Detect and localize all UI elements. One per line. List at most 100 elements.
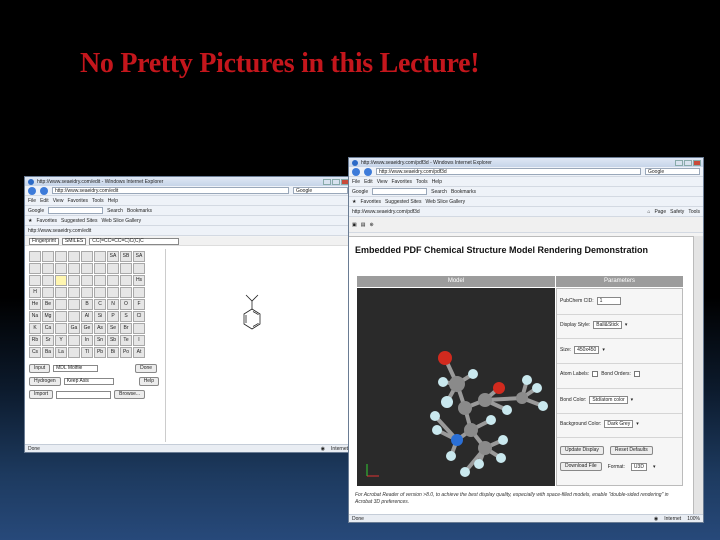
web-slice-gallery-link[interactable]: Web Slice Gallery [425, 199, 465, 205]
tools-menu[interactable]: Tools [688, 209, 700, 215]
palette-button[interactable]: As [94, 323, 106, 334]
palette-button[interactable] [107, 275, 119, 286]
forward-icon[interactable] [40, 186, 48, 195]
palette-button[interactable]: H [29, 287, 41, 298]
palette-button[interactable]: Be [42, 299, 54, 310]
palette-button[interactable] [133, 263, 145, 274]
print-icon[interactable]: ▤ [361, 222, 366, 228]
palette-button[interactable] [68, 311, 80, 322]
palette-button[interactable]: Rb [29, 335, 41, 346]
bond-orders-checkbox[interactable] [633, 371, 640, 377]
palette-button[interactable] [120, 263, 132, 274]
palette-button[interactable]: B [81, 299, 93, 310]
back-icon[interactable] [352, 167, 360, 176]
palette-button[interactable]: At [133, 347, 145, 358]
palette-button[interactable] [29, 251, 41, 262]
palette-button[interactable]: Hs [133, 275, 145, 286]
palette-button[interactable]: Al [81, 311, 93, 322]
suggested-sites-link[interactable]: Suggested Sites [61, 218, 97, 224]
chevron-down-icon[interactable]: ▾ [653, 464, 656, 470]
palette-button[interactable]: Na [29, 311, 41, 322]
chevron-down-icon[interactable]: ▾ [602, 347, 605, 353]
zoom-level[interactable]: 100% [687, 516, 700, 522]
palette-button[interactable]: N [107, 299, 119, 310]
palette-button[interactable] [55, 287, 67, 298]
palette-button[interactable] [81, 287, 93, 298]
zoom-icon[interactable]: ⊕ [369, 222, 373, 228]
palette-button[interactable]: Bi [107, 347, 119, 358]
maximize-icon[interactable] [684, 159, 692, 166]
minimize-icon[interactable] [675, 159, 683, 166]
palette-button[interactable]: Sb [107, 335, 119, 346]
palette-button[interactable] [42, 287, 54, 298]
safety-menu[interactable]: Safety [670, 209, 684, 215]
palette-button[interactable] [94, 251, 106, 262]
palette-button[interactable] [55, 275, 67, 286]
editor-browser-window[interactable]: http://www.seaeidry.com/edit - Windows I… [24, 176, 352, 453]
palette-button[interactable] [42, 275, 54, 286]
format-select[interactable]: U3D [630, 462, 647, 471]
reset-defaults-button[interactable]: Reset Defaults [609, 446, 653, 455]
palette-button[interactable] [133, 287, 145, 298]
bookmarks-button[interactable]: Bookmarks [127, 208, 152, 214]
palette-button[interactable]: I [133, 335, 145, 346]
palette-button[interactable] [55, 311, 67, 322]
window-controls[interactable] [675, 159, 703, 166]
close-icon[interactable] [693, 159, 701, 166]
size-select[interactable]: 450x450 [574, 346, 600, 354]
menu-favorites[interactable]: Favorites [67, 198, 88, 204]
input-mode-select[interactable]: MDL Molfile [53, 365, 99, 372]
palette-button[interactable]: Ge [81, 323, 93, 334]
palette-button[interactable]: Mg [42, 311, 54, 322]
window-controls[interactable] [323, 178, 351, 185]
pdf-demo-browser-window[interactable]: http://www.seaeidry.com/pdf3d - Windows … [348, 157, 704, 523]
palette-button[interactable]: Tl [81, 347, 93, 358]
palette-button[interactable]: La [55, 347, 67, 358]
download-file-button[interactable]: Download File [560, 462, 602, 471]
google-search-input[interactable] [48, 207, 104, 214]
star-icon[interactable]: ★ [352, 199, 356, 205]
smiles-select[interactable]: SMILES [61, 237, 87, 245]
palette-button[interactable]: Br [120, 323, 132, 334]
suggested-sites-link[interactable]: Suggested Sites [385, 199, 421, 205]
format-select[interactable]: Fingerprint [29, 237, 59, 245]
home-icon[interactable]: ⌂ [647, 209, 650, 215]
address-input[interactable]: http://www.seaeidry.com/edit [52, 187, 289, 194]
palette-button[interactable] [42, 263, 54, 274]
palette-button[interactable] [94, 275, 106, 286]
palette-button[interactable]: K [29, 323, 41, 334]
bookmarks-button[interactable]: Bookmarks [451, 189, 476, 195]
palette-button[interactable]: Pb [94, 347, 106, 358]
palette-button[interactable] [94, 287, 106, 298]
atom-labels-checkbox[interactable] [592, 371, 599, 377]
minimize-icon[interactable] [323, 178, 331, 185]
palette-button[interactable] [94, 263, 106, 274]
back-icon[interactable] [28, 186, 36, 195]
palette-button[interactable] [55, 323, 67, 334]
tab-current[interactable]: http://www.seaeidry.com/pdf3d [352, 209, 420, 215]
palette-button[interactable] [68, 347, 80, 358]
menu-file[interactable]: File [28, 198, 36, 204]
palette-button[interactable] [29, 263, 41, 274]
palette-button[interactable]: Si [94, 311, 106, 322]
palette-button[interactable]: P [107, 311, 119, 322]
search-input[interactable]: Google [645, 168, 700, 175]
palette-button[interactable]: S [120, 311, 132, 322]
maximize-icon[interactable] [332, 178, 340, 185]
forward-icon[interactable] [364, 167, 372, 176]
palette-button[interactable]: Cs [29, 347, 41, 358]
display-style-select[interactable]: Ball&Stick [593, 321, 622, 329]
menu-help[interactable]: Help [432, 179, 442, 185]
menu-help[interactable]: Help [108, 198, 118, 204]
palette-button[interactable] [55, 251, 67, 262]
palette-button[interactable]: O [120, 299, 132, 310]
menu-edit[interactable]: Edit [40, 198, 49, 204]
chevron-down-icon[interactable]: ▾ [631, 397, 634, 403]
chevron-down-icon[interactable]: ▾ [636, 421, 639, 427]
palette-button[interactable]: Sn [94, 335, 106, 346]
background-color-select[interactable]: Dark Grey [604, 420, 634, 428]
update-display-button[interactable]: Update Display [560, 446, 604, 455]
drawing-canvas[interactable] [165, 249, 349, 442]
palette-button[interactable]: Ca [42, 323, 54, 334]
palette-button[interactable] [55, 263, 67, 274]
